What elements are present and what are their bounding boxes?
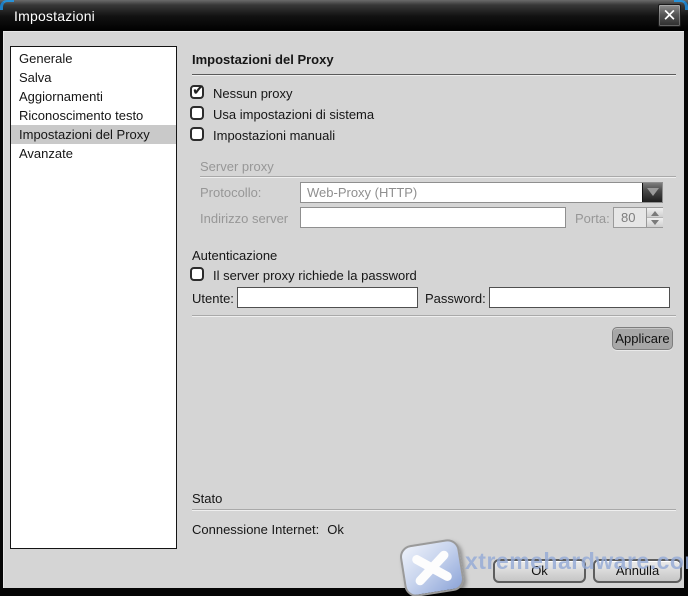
checkbox-impostazioni-manuali[interactable]	[190, 127, 204, 141]
spinner-down-icon	[651, 220, 659, 225]
auth-checkbox-label[interactable]: Il server proxy richiede la password	[213, 268, 417, 283]
sidebar-item-impostazioni-del-proxy[interactable]: Impostazioni del Proxy	[11, 125, 176, 144]
port-spinner-buttons	[646, 208, 662, 227]
sidebar-item-aggiornamenti[interactable]: Aggiornamenti	[11, 87, 176, 106]
spinner-down-button[interactable]	[647, 218, 663, 227]
protocol-dropdown[interactable]: Web-Proxy (HTTP)	[300, 182, 663, 203]
status-section-title: Stato	[192, 491, 222, 506]
user-label: Utente:	[192, 291, 234, 306]
connection-status-label: Connessione Internet:	[192, 522, 319, 537]
server-proxy-divider	[200, 176, 676, 178]
window-glow-accent-left	[0, 0, 14, 10]
window-border-bottom	[0, 588, 688, 596]
connection-status-value: Ok	[327, 522, 344, 537]
watermark-x-logo-icon	[398, 538, 465, 596]
user-input[interactable]	[237, 287, 418, 308]
watermark-logo-bar	[414, 549, 451, 587]
connection-status-row: Connessione Internet: Ok	[192, 522, 344, 537]
dialog-content: Generale Salva Aggiornamenti Riconoscime…	[3, 31, 684, 588]
sidebar-item-avanzate[interactable]: Avanzate	[11, 144, 176, 163]
settings-category-list: Generale Salva Aggiornamenti Riconoscime…	[10, 46, 177, 549]
ok-button[interactable]: Ok	[493, 559, 586, 583]
server-address-label: Indirizzo server	[200, 211, 288, 226]
window-title: Impostazioni	[14, 8, 95, 24]
checkbox-nessun-proxy[interactable]: ✔	[190, 85, 204, 99]
apply-button[interactable]: Applicare	[612, 327, 673, 350]
heading-divider	[192, 74, 676, 76]
auth-divider	[192, 315, 676, 317]
window-border-left	[0, 31, 3, 588]
protocol-label: Protocollo:	[200, 185, 261, 200]
spinner-up-button[interactable]	[647, 208, 663, 218]
port-input[interactable]	[614, 208, 646, 227]
window-border-right	[684, 31, 688, 588]
password-input[interactable]	[489, 287, 670, 308]
port-label: Porta:	[575, 211, 610, 226]
panel-heading: Impostazioni del Proxy	[192, 52, 334, 67]
checkbox-proxy-password[interactable]	[190, 267, 204, 281]
option-label-impostazioni-manuali[interactable]: Impostazioni manuali	[213, 128, 335, 143]
option-label-nessun-proxy[interactable]: Nessun proxy	[213, 86, 292, 101]
status-divider	[192, 509, 676, 511]
settings-window: Impostazioni ✕ Generale Salva Aggiorname…	[0, 0, 688, 596]
server-address-input[interactable]	[300, 207, 566, 228]
spinner-up-icon	[651, 211, 659, 216]
protocol-selected-value: Web-Proxy (HTTP)	[307, 185, 417, 200]
title-bar[interactable]: Impostazioni ✕	[0, 0, 688, 31]
dropdown-arrow-button[interactable]	[642, 183, 662, 202]
server-proxy-group-title: Server proxy	[200, 159, 274, 174]
window-glow-accent-right	[674, 0, 688, 10]
auth-section-title: Autenticazione	[192, 248, 277, 263]
sidebar-item-riconoscimento-testo[interactable]: Riconoscimento testo	[11, 106, 176, 125]
sidebar-item-generale[interactable]: Generale	[11, 49, 176, 68]
password-label: Password:	[425, 291, 486, 306]
option-label-usa-impostazioni[interactable]: Usa impostazioni di sistema	[213, 107, 374, 122]
checkbox-usa-impostazioni-di-sistema[interactable]	[190, 106, 204, 120]
chevron-down-icon	[647, 188, 659, 196]
check-icon: ✔	[192, 81, 205, 99]
cancel-button[interactable]: Annulla	[593, 559, 682, 583]
port-stepper[interactable]	[613, 207, 663, 228]
sidebar-item-salva[interactable]: Salva	[11, 68, 176, 87]
